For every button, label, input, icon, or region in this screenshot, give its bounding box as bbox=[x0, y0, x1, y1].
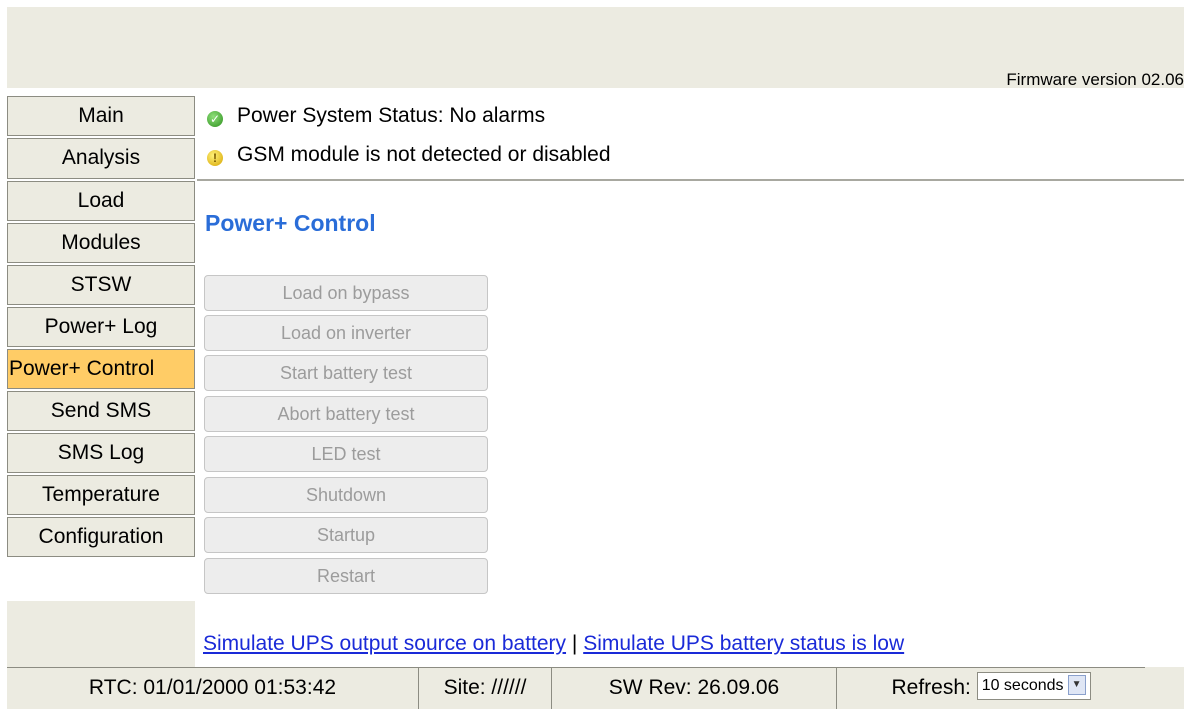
refresh-select[interactable]: 10 seconds ▼ bbox=[976, 672, 1091, 701]
firmware-version: Firmware version 02.06 bbox=[1006, 70, 1184, 89]
sidebar-nav: Main Analysis Load Modules STSW Power+ L… bbox=[7, 96, 195, 559]
nav-item-main[interactable]: Main bbox=[7, 96, 195, 136]
restart-button[interactable]: Restart bbox=[204, 558, 488, 594]
site-cell: Site: ////// bbox=[418, 667, 551, 709]
rtc-cell: RTC: 01/01/2000 01:53:42 bbox=[7, 667, 418, 709]
shutdown-button[interactable]: Shutdown bbox=[204, 477, 488, 513]
chevron-down-icon[interactable]: ▼ bbox=[1067, 674, 1086, 695]
check-circle-icon: ✓ bbox=[207, 111, 223, 127]
power-status: ✓ Power System Status: No alarms bbox=[205, 104, 545, 128]
link-separator: | bbox=[571, 632, 578, 655]
nav-item-modules[interactable]: Modules bbox=[7, 223, 195, 263]
nav-item-power-control[interactable]: Power+ Control bbox=[7, 349, 195, 389]
load-on-inverter-button[interactable]: Load on inverter bbox=[204, 315, 488, 351]
led-test-button[interactable]: LED test bbox=[204, 436, 488, 472]
start-battery-test-button[interactable]: Start battery test bbox=[204, 355, 488, 391]
nav-item-load[interactable]: Load bbox=[7, 181, 195, 221]
nav-item-stsw[interactable]: STSW bbox=[7, 265, 195, 305]
nav-item-send-sms[interactable]: Send SMS bbox=[7, 391, 195, 431]
simulate-low-battery-link[interactable]: Simulate UPS battery status is low bbox=[583, 632, 904, 655]
refresh-label: Refresh: bbox=[891, 676, 971, 699]
refresh-cell: Refresh: 10 seconds ▼ bbox=[836, 667, 1145, 709]
status-footer: RTC: 01/01/2000 01:53:42 Site: ////// SW… bbox=[7, 667, 1184, 709]
header-band: Firmware version 02.06 bbox=[7, 7, 1184, 89]
nav-item-configuration[interactable]: Configuration bbox=[7, 517, 195, 557]
nav-item-power-log[interactable]: Power+ Log bbox=[7, 307, 195, 347]
abort-battery-test-button[interactable]: Abort battery test bbox=[204, 396, 488, 432]
startup-button[interactable]: Startup bbox=[204, 517, 488, 553]
nav-item-temperature[interactable]: Temperature bbox=[7, 475, 195, 515]
page-title: Power+ Control bbox=[205, 210, 376, 236]
simulation-links: Simulate UPS output source on battery | … bbox=[203, 632, 904, 656]
load-on-bypass-button[interactable]: Load on bypass bbox=[204, 275, 488, 311]
simulate-battery-link[interactable]: Simulate UPS output source on battery bbox=[203, 632, 566, 655]
gsm-status: ! GSM module is not detected or disabled bbox=[205, 143, 611, 167]
nav-item-sms-log[interactable]: SMS Log bbox=[7, 433, 195, 473]
nav-item-analysis[interactable]: Analysis bbox=[7, 138, 195, 179]
refresh-value: 10 seconds bbox=[981, 677, 1064, 695]
power-status-text: Power System Status: No alarms bbox=[237, 104, 546, 127]
status-divider bbox=[197, 179, 1184, 181]
gsm-status-text: GSM module is not detected or disabled bbox=[237, 143, 611, 166]
sw-rev-cell: SW Rev: 26.09.06 bbox=[551, 667, 836, 709]
warning-circle-icon: ! bbox=[207, 150, 223, 166]
